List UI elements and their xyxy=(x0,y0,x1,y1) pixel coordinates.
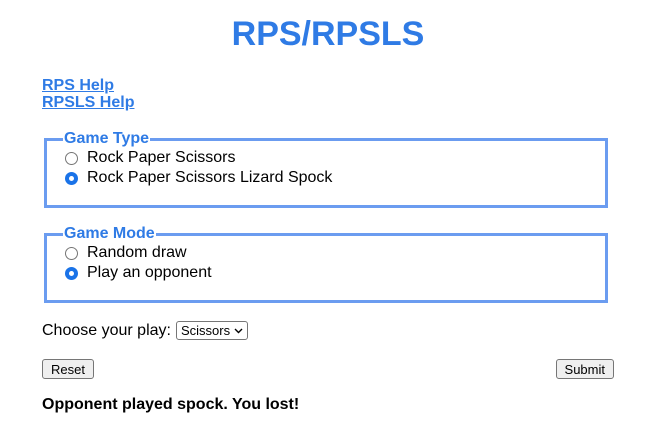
game-type-fieldset: Game Type Rock Paper Scissors Rock Paper… xyxy=(44,130,608,208)
game-type-option-rpsls[interactable]: Rock Paper Scissors Lizard Spock xyxy=(65,168,605,188)
reset-button[interactable]: Reset xyxy=(42,359,94,379)
game-type-option-label: Rock Paper Scissors Lizard Spock xyxy=(87,169,333,186)
game-mode-legend: Game Mode xyxy=(64,225,155,242)
game-type-option-label: Rock Paper Scissors xyxy=(87,149,236,166)
play-select[interactable]: Scissors xyxy=(175,321,249,340)
game-mode-option-opponent[interactable]: Play an opponent xyxy=(65,263,605,283)
choose-play-label: Choose your play: xyxy=(42,321,171,339)
page: RPS/RPSLS RPS Help RPSLS Help Game Type … xyxy=(0,0,656,446)
radio-play-opponent[interactable] xyxy=(65,266,78,280)
chevron-down-icon xyxy=(234,326,243,336)
submit-button[interactable]: Submit xyxy=(555,359,614,379)
game-type-legend: Game Type xyxy=(64,130,150,147)
radio-rps[interactable] xyxy=(65,151,78,165)
game-mode-option-label: Random draw xyxy=(87,244,187,261)
play-select-value: Scissors xyxy=(180,323,231,338)
rps-help-link[interactable]: RPS Help xyxy=(42,77,134,94)
game-mode-option-random[interactable]: Random draw xyxy=(65,243,605,263)
radio-random-draw[interactable] xyxy=(65,246,78,260)
game-mode-option-label: Play an opponent xyxy=(87,264,212,281)
result-message: Opponent played spock. You lost! xyxy=(42,396,300,413)
game-mode-fieldset: Game Mode Random draw Play an opponent xyxy=(44,225,608,303)
rpsls-help-link[interactable]: RPSLS Help xyxy=(42,94,134,111)
page-title: RPS/RPSLS xyxy=(231,15,425,53)
help-links: RPS Help RPSLS Help xyxy=(42,77,134,111)
radio-rpsls[interactable] xyxy=(65,171,78,185)
game-type-option-rps[interactable]: Rock Paper Scissors xyxy=(65,148,605,168)
choose-play-row: Choose your play: Scissors xyxy=(42,321,249,340)
